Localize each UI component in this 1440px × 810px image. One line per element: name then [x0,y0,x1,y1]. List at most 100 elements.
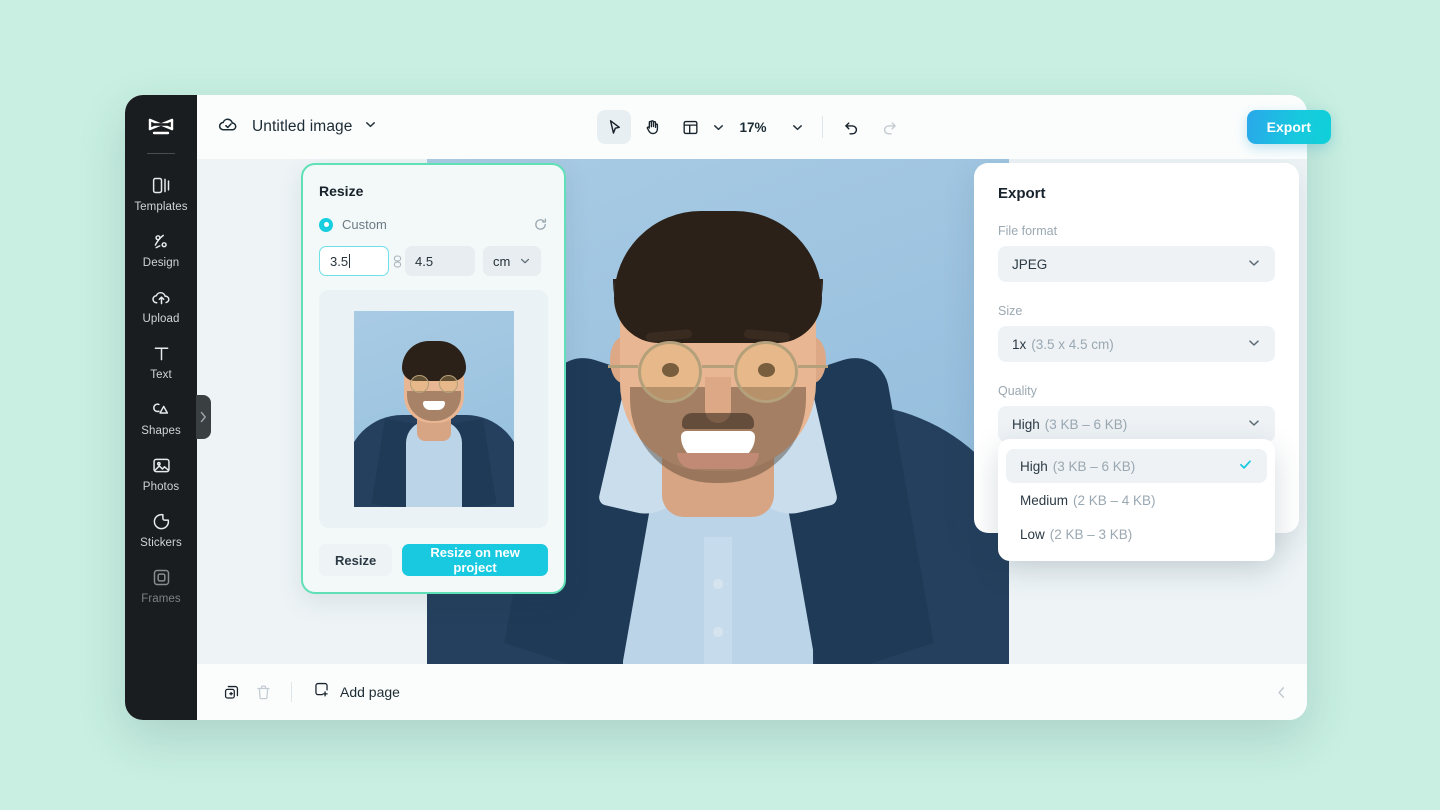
width-input[interactable]: 3.5 [319,246,389,276]
sidebar-item-label: Frames [141,593,181,605]
text-icon [151,343,172,364]
undo-icon [845,121,858,135]
file-format-select[interactable]: JPEG [998,246,1275,282]
unit-select-value: cm [493,253,511,269]
portrait-hair-fade [613,279,823,343]
resize-button[interactable]: Resize [319,544,393,576]
quality-dropdown-menu: High (3 KB – 6 KB) Medium (2 KB – 4 KB) [998,439,1275,561]
select-tool-button[interactable] [597,110,632,144]
export-panel-title: Export [998,185,1046,202]
portrait-shirt-button [713,579,723,589]
sidebar-item-text[interactable]: Text [125,334,197,390]
link-icon-glyph [393,254,401,268]
title-chevron-down-icon[interactable] [364,118,377,136]
document-title-group[interactable]: Untitled image [217,113,377,141]
redo-icon [883,121,896,135]
height-input-value: 4.5 [415,253,434,269]
check-icon [1238,457,1253,475]
chevron-down-icon [520,258,530,264]
quality-select[interactable]: High (3 KB – 6 KB) [998,406,1275,442]
resize-preview-photo [353,311,514,507]
duplicate-page-icon [224,685,238,699]
sidebar-item-label: Stickers [140,537,182,549]
shapes-icon [151,399,172,420]
unit-select[interactable]: cm [483,246,541,276]
sidebar-item-label: Design [142,257,180,269]
size-select[interactable]: 1x (3.5 x 4.5 cm) [998,326,1275,362]
portrait-moustache [682,413,754,429]
quality-option-low[interactable]: Low (2 KB – 3 KB) [1006,517,1267,551]
dimensions-row: 3.5 4.5 cm [319,246,548,276]
panel-collapse-button[interactable] [1274,685,1289,700]
left-sidebar: Templates Design Upload Text Shapes Phot… [125,95,211,720]
preview-glasses-left [409,375,429,393]
quality-value-range: (3 KB – 6 KB) [1044,416,1128,432]
redo-button[interactable] [873,110,907,144]
radio-inner-dot [323,222,329,227]
reset-icon [535,218,547,230]
resize-preset-row: Custom [319,217,548,232]
resize-on-new-project-button[interactable]: Resize on new project [402,544,548,576]
photos-icon [151,455,172,476]
chevron-down-icon [1247,256,1261,273]
zoom-level-value: 17% [739,119,767,135]
file-format-label: File format [998,224,1058,238]
file-format-value: JPEG [1012,256,1048,272]
chevron-down-icon [1247,336,1261,353]
templates-icon [151,175,172,196]
add-page-label: Add page [340,684,400,700]
quality-option-range: (3 KB – 6 KB) [1052,458,1136,474]
document-title: Untitled image [252,118,353,135]
undo-button[interactable] [835,110,869,144]
sidebar-collapse-handle[interactable] [196,395,211,439]
chevron-left-icon [1278,686,1285,698]
chevron-down-icon [1247,416,1261,433]
portrait-lower-lip [677,453,759,469]
sidebar-item-templates[interactable]: Templates [125,166,197,222]
quality-label: Quality [998,384,1037,398]
zoom-chevron-down-icon[interactable] [775,121,810,134]
delete-page-button[interactable] [247,676,279,708]
quality-option-name: High [1020,458,1048,474]
width-input-value: 3.5 [330,253,349,269]
sidebar-item-label: Shapes [141,425,181,437]
sidebar-item-design[interactable]: Design [125,222,197,278]
sidebar-item-label: Templates [134,201,188,213]
sidebar-item-frames[interactable]: Frames [125,558,197,614]
add-page-button[interactable]: Add page [304,674,408,710]
canvas-area[interactable]: Resize Custom 3.5 4.5 cm Resize Resize o… [197,159,1307,664]
height-input[interactable]: 4.5 [405,246,475,276]
app-logo[interactable] [125,117,197,139]
sidebar-item-label: Photos [142,481,180,493]
export-button[interactable]: Export [1246,110,1331,144]
quality-option-name: Low [1020,526,1045,542]
frames-icon [151,567,172,588]
export-panel: Export File format JPEG Size 1x (3.5 x 4… [974,163,1299,561]
upload-icon [151,287,172,308]
link-dimensions-icon[interactable] [389,254,405,268]
sidebar-item-photos[interactable]: Photos [125,446,197,502]
toolbar-divider [821,116,823,138]
hand-tool-button[interactable] [635,110,669,144]
portrait-glasses-temple-left [608,365,638,368]
resize-panel: Resize Custom 3.5 4.5 cm Resize Resize o… [301,163,566,594]
sidebar-item-upload[interactable]: Upload [125,278,197,334]
quality-option-medium[interactable]: Medium (2 KB – 4 KB) [1006,483,1267,517]
trash-icon [256,685,270,699]
sidebar-item-shapes[interactable]: Shapes [125,390,197,446]
portrait-glasses-lens-left [638,341,702,403]
layout-tool-button[interactable] [673,110,707,144]
duplicate-page-button[interactable] [215,676,247,708]
sidebar-item-stickers[interactable]: Stickers [125,502,197,558]
add-page-icon [312,680,331,704]
size-label: Size [998,304,1023,318]
reset-button[interactable] [533,217,548,232]
cursor-arrow-icon [609,119,620,134]
preview-hair [401,341,466,381]
layout-chevron-down-icon[interactable] [711,121,731,134]
quality-option-high[interactable]: High (3 KB – 6 KB) [1006,449,1267,483]
app-window: Templates Design Upload Text Shapes Phot… [125,95,1331,720]
layout-icon [683,120,698,134]
bottom-toolbar-divider [291,682,292,702]
custom-radio[interactable] [319,217,333,232]
